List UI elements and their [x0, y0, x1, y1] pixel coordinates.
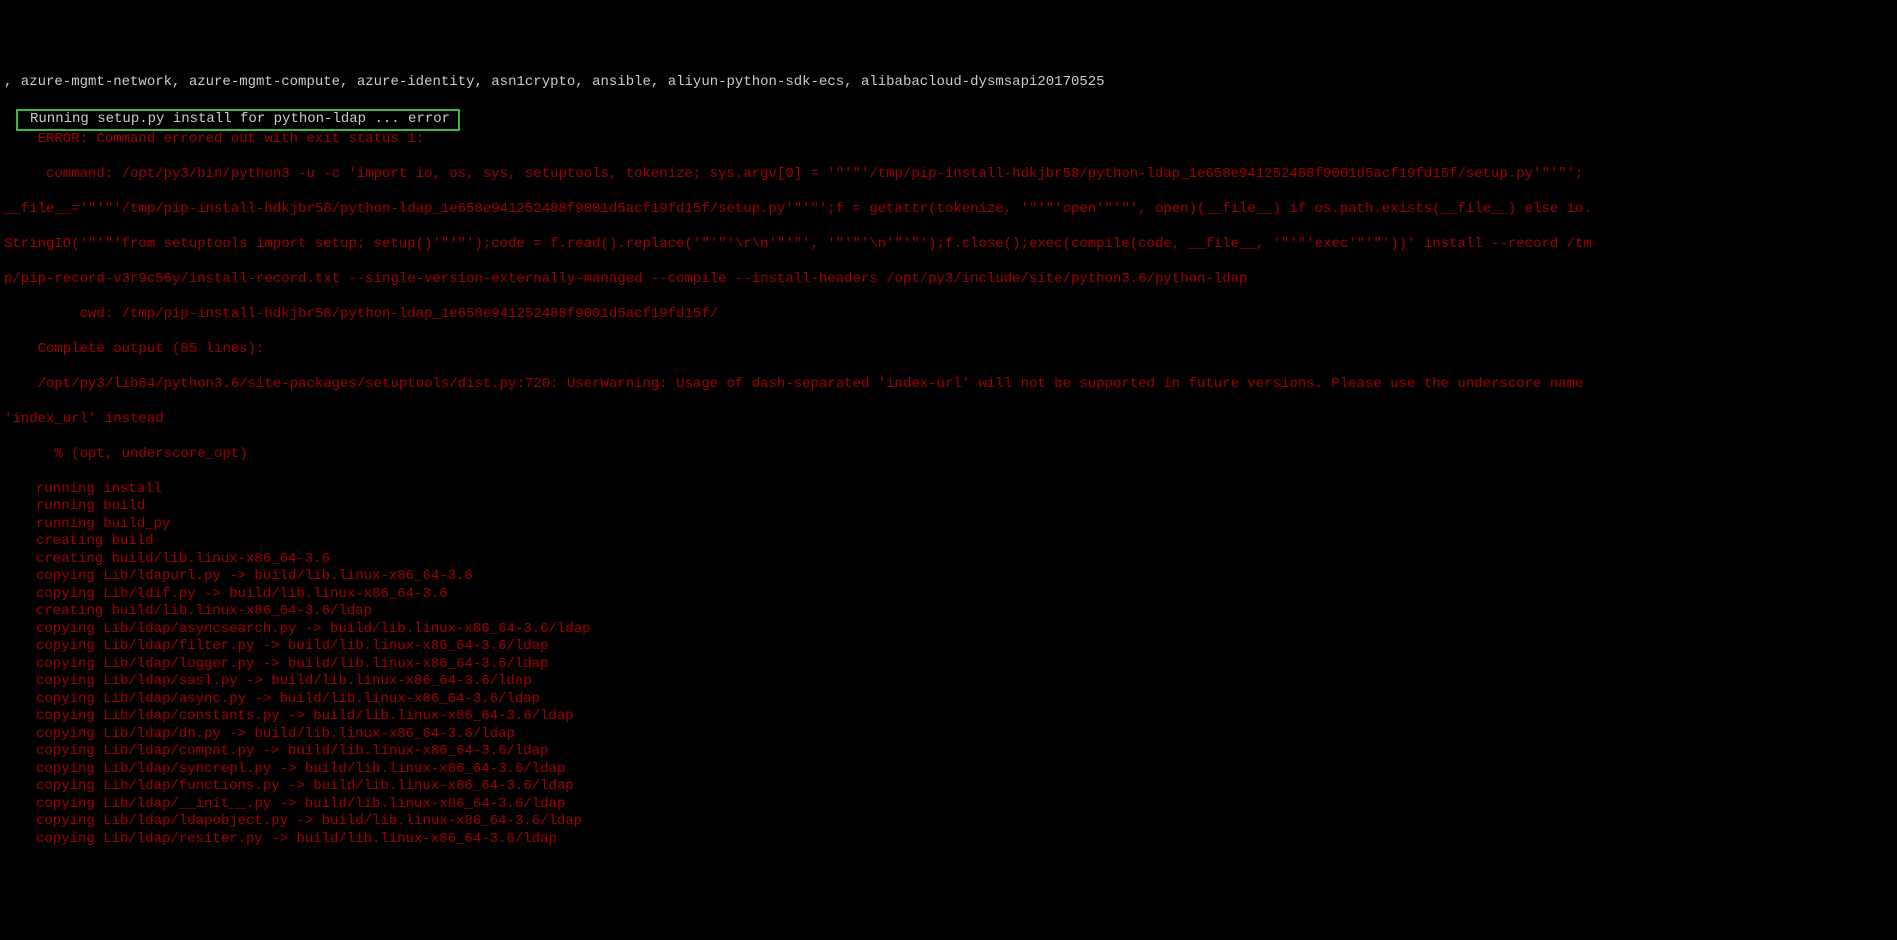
build-output-line: copying Lib/ldap/ldapobject.py -> build/…: [0, 813, 1897, 831]
error-cwd-line: cwd: /tmp/pip-install-hdkjbr58/python-ld…: [0, 306, 1897, 324]
build-output-line: copying Lib/ldap/logger.py -> build/lib.…: [0, 656, 1897, 674]
build-output-line: copying Lib/ldap/__init__.py -> build/li…: [0, 796, 1897, 814]
error-opt-line: % (opt, underscore_opt): [0, 446, 1897, 464]
build-output-line: copying Lib/ldap/resiter.py -> build/lib…: [0, 831, 1897, 849]
build-output-line: copying Lib/ldap/compat.py -> build/lib.…: [0, 743, 1897, 761]
build-output-line: copying Lib/ldap/asyncsearch.py -> build…: [0, 621, 1897, 639]
build-output-line: copying Lib/ldap/filter.py -> build/lib.…: [0, 638, 1897, 656]
build-output-line: creating build/lib.linux-x86_64-3.6/ldap: [0, 603, 1897, 621]
error-command-line-2: __file__='"'"'/tmp/pip-install-hdkjbr58/…: [0, 201, 1897, 219]
build-output-line: copying Lib/ldap/dn.py -> build/lib.linu…: [0, 726, 1897, 744]
error-command-line-4: p/pip-record-v3r9c56y/install-record.txt…: [0, 271, 1897, 289]
package-list-line: , azure-mgmt-network, azure-mgmt-compute…: [0, 74, 1897, 92]
build-output-line: running install: [0, 481, 1897, 499]
build-output-line: copying Lib/ldapurl.py -> build/lib.linu…: [0, 568, 1897, 586]
build-output-line: copying Lib/ldap/constants.py -> build/l…: [0, 708, 1897, 726]
build-output-line: copying Lib/ldap/sasl.py -> build/lib.li…: [0, 673, 1897, 691]
build-output-line: copying Lib/ldif.py -> build/lib.linux-x…: [0, 586, 1897, 604]
build-output-line: copying Lib/ldap/syncrepl.py -> build/li…: [0, 761, 1897, 779]
build-output-block: running installrunning buildrunning buil…: [0, 481, 1897, 849]
build-output-line: copying Lib/ldap/functions.py -> build/l…: [0, 778, 1897, 796]
build-output-line: creating build/lib.linux-x86_64-3.6: [0, 551, 1897, 569]
build-output-line: copying Lib/ldap/async.py -> build/lib.l…: [0, 691, 1897, 709]
build-output-line: running build_py: [0, 516, 1897, 534]
build-output-line: creating build: [0, 533, 1897, 551]
error-warning-line-1: /opt/py3/lib64/python3.6/site-packages/s…: [0, 376, 1897, 394]
error-command-line-1: command: /opt/py3/bin/python3 -u -c 'imp…: [0, 166, 1897, 184]
error-command-line-3: StringIO('"'"'from setuptools import set…: [0, 236, 1897, 254]
running-setup-highlight: Running setup.py install for python-ldap…: [16, 109, 460, 131]
build-output-line: running build: [0, 498, 1897, 516]
error-output-count: Complete output (85 lines):: [0, 341, 1897, 359]
error-status-line: ERROR: Command errored out with exit sta…: [0, 131, 1897, 149]
error-warning-line-2: 'index_url' instead: [0, 411, 1897, 429]
